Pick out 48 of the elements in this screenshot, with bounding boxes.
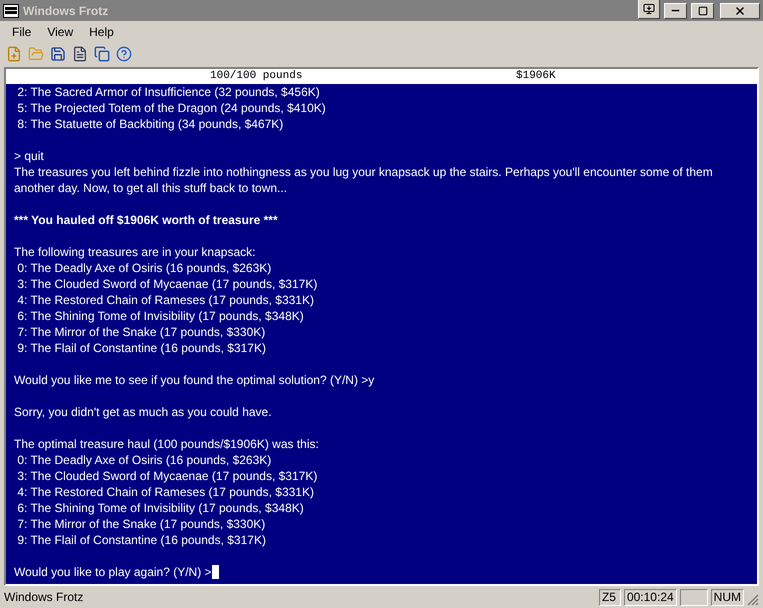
minimize-button[interactable] <box>664 2 687 18</box>
story-text: 9: The Flail of Constantine (16 pounds, $317K) <box>16 532 267 548</box>
status-pane: NUM <box>710 588 744 606</box>
restore-button[interactable] <box>638 0 660 19</box>
status-pane: 00:10:24 <box>624 588 677 606</box>
story-text: 8: The Statuette of Backbiting (34 pounds, $467K) <box>16 116 284 132</box>
text-cursor <box>212 565 219 579</box>
resize-grip-icon <box>747 594 759 606</box>
status-pane: Z5 <box>598 588 621 606</box>
save-icon[interactable] <box>50 46 66 62</box>
app-icon <box>3 4 19 18</box>
story-text: 2: The Sacred Armor of Insufficience (32 pounds, $456K) <box>16 84 321 100</box>
close-icon <box>734 4 746 16</box>
help-icon[interactable] <box>116 46 132 62</box>
story-text: *** You hauled off $1906K worth of treasure *** <box>14 212 279 228</box>
story-text: 7: The Mirror of the Snake (17 pounds, $330K) <box>16 324 266 340</box>
menu-item[interactable]: View <box>39 23 82 41</box>
story-text: The following treasures are in your knapsack: <box>14 244 256 260</box>
menu-item[interactable]: Help <box>81 23 122 41</box>
story-text: 4: The Restored Chain of Rameses (17 pounds, $331K) <box>16 292 315 308</box>
window-title: Windows Frotz <box>23 2 110 20</box>
menu-item[interactable]: File <box>4 23 40 41</box>
story-text: 6: The Shining Tome of Invisibility (17 pounds, $348K) <box>16 500 305 516</box>
story-text: 0: The Deadly Axe of Osiris (16 pounds, $263K) <box>16 260 272 276</box>
story-text: 3: The Clouded Sword of Mycaenae (17 pounds, $317K) <box>16 276 318 292</box>
story-text: > quit <box>14 148 45 164</box>
status-text: Windows Frotz <box>4 589 84 606</box>
story-text: 0: The Deadly Axe of Osiris (16 pounds, $263K) <box>16 452 272 468</box>
maximize-button[interactable] <box>691 2 714 18</box>
status-line-text: $1906K <box>516 69 556 84</box>
story-text: Would you like me to see if you found the optimal solution? (Y/N) >y <box>14 372 376 388</box>
story-text: 4: The Restored Chain of Rameses (17 pounds, $331K) <box>16 484 315 500</box>
story-text: 5: The Projected Totem of the Dragon (24 pounds, $410K) <box>16 100 327 116</box>
story-text: 9: The Flail of Constantine (16 pounds, $317K) <box>16 340 267 356</box>
close-button[interactable] <box>720 2 760 18</box>
story-text: Sorry, you didn't get as much as you could have. <box>14 404 273 420</box>
story-text: 3: The Clouded Sword of Mycaenae (17 pounds, $317K) <box>16 468 318 484</box>
maximize-icon <box>698 6 708 16</box>
story-text: The optimal treasure haul (100 pounds/$1906K) was this: <box>14 436 320 452</box>
prompt-text: Would you like to play again? (Y/N) > <box>14 564 212 580</box>
windows-icon[interactable] <box>94 46 110 62</box>
status-pane <box>680 588 708 606</box>
status-line-text: 100/100 pounds <box>210 69 304 84</box>
monitor-icon <box>643 3 655 15</box>
story-text: 7: The Mirror of the Snake (17 pounds, $330K) <box>16 516 266 532</box>
story-text: 6: The Shining Tome of Invisibility (17 pounds, $348K) <box>16 308 305 324</box>
story-text: The treasures you left behind fizzle into nothingness as you lug your knapsack up the stairs. Perhaps you'll encounter some of them another day. Now, to get all this stuff back to town... <box>14 164 714 196</box>
document-icon[interactable] <box>72 46 88 62</box>
